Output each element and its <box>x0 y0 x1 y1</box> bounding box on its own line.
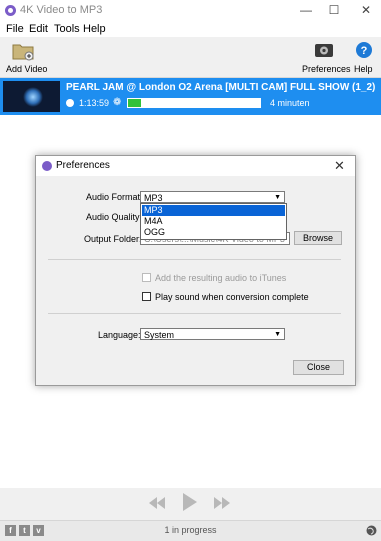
fast-forward-icon[interactable] <box>213 496 231 510</box>
menu-edit[interactable]: Edit <box>29 23 48 35</box>
window-title: 4K Video to MP3 <box>20 4 103 16</box>
preferences-button[interactable]: Preferences <box>302 39 351 76</box>
audio-quality-label: Audio Quality: <box>86 212 143 222</box>
format-option-mp3[interactable]: MP3 <box>142 205 285 216</box>
globe-icon[interactable] <box>366 525 377 536</box>
audio-format-value: MP3 <box>144 193 163 203</box>
playback-controls <box>0 488 381 520</box>
dialog-title: Preferences <box>56 160 110 171</box>
browse-button[interactable]: Browse <box>294 231 342 245</box>
audio-format-dropdown: MP3 M4A OGG <box>140 203 287 240</box>
itunes-checkbox[interactable] <box>142 273 151 282</box>
toolbar: Add Video Preferences ? Help <box>0 37 381 78</box>
video-thumbnail <box>3 81 60 112</box>
help-label: Help <box>354 64 373 74</box>
svg-text:?: ? <box>361 45 368 57</box>
output-folder-label: Output Folder: <box>84 234 142 244</box>
title-bar: 4K Video to MP3 — ☐ ✕ <box>0 0 381 21</box>
clock-icon <box>66 99 74 107</box>
language-label: Language: <box>98 330 141 340</box>
minimize-button[interactable]: — <box>291 0 321 21</box>
status-bar: f t v 1 in progress <box>0 520 381 541</box>
separator <box>48 313 341 314</box>
gear-icon[interactable]: ❁ <box>113 97 121 108</box>
app-icon <box>5 5 16 16</box>
status-text: 1 in progress <box>164 525 217 535</box>
item-title: PEARL JAM @ London O2 Arena [MULTI CAM] … <box>66 82 376 93</box>
add-video-button[interactable]: Add Video <box>6 39 47 76</box>
item-duration: 1:13:59 <box>79 98 110 108</box>
progress-bar <box>127 98 261 108</box>
dialog-close-icon[interactable]: ✕ <box>334 158 345 174</box>
play-sound-label: Play sound when conversion complete <box>155 292 309 302</box>
add-video-label: Add Video <box>6 64 48 74</box>
app-icon <box>42 161 52 171</box>
progress-fill <box>128 99 142 107</box>
language-value: System <box>144 330 175 340</box>
chevron-down-icon: ▼ <box>274 331 281 338</box>
itunes-label: Add the resulting audio to iTunes <box>155 273 287 283</box>
item-eta: 4 minuten <box>270 98 310 108</box>
language-select[interactable]: System ▼ <box>140 328 285 340</box>
help-button[interactable]: ? Help <box>352 39 376 76</box>
help-icon: ? <box>356 42 372 58</box>
menu-help[interactable]: Help <box>83 23 106 35</box>
audio-format-select[interactable]: MP3 ▼ <box>140 191 285 203</box>
audio-format-label: Audio Format: <box>86 192 143 202</box>
window-close-button[interactable]: ✕ <box>351 0 381 21</box>
preferences-label: Preferences <box>302 64 351 74</box>
format-option-ogg[interactable]: OGG <box>142 227 285 238</box>
preferences-icon <box>315 44 333 57</box>
folder-add-icon <box>12 44 34 61</box>
format-option-m4a[interactable]: M4A <box>142 216 285 227</box>
preferences-dialog: Preferences ✕ Audio Format: MP3 ▼ Audio … <box>35 155 356 386</box>
download-item[interactable]: PEARL JAM @ London O2 Arena [MULTI CAM] … <box>0 78 381 115</box>
separator <box>48 259 341 260</box>
rewind-icon[interactable] <box>148 496 166 510</box>
play-icon[interactable] <box>182 492 198 512</box>
menu-file[interactable]: File <box>6 23 24 35</box>
close-button[interactable]: Close <box>293 360 344 375</box>
play-sound-checkbox[interactable] <box>142 292 151 301</box>
maximize-button[interactable]: ☐ <box>319 0 349 21</box>
menu-tools[interactable]: Tools <box>54 23 80 35</box>
dialog-title-bar: Preferences ✕ <box>36 156 355 176</box>
menu-bar: File Edit Tools Help <box>0 21 381 37</box>
